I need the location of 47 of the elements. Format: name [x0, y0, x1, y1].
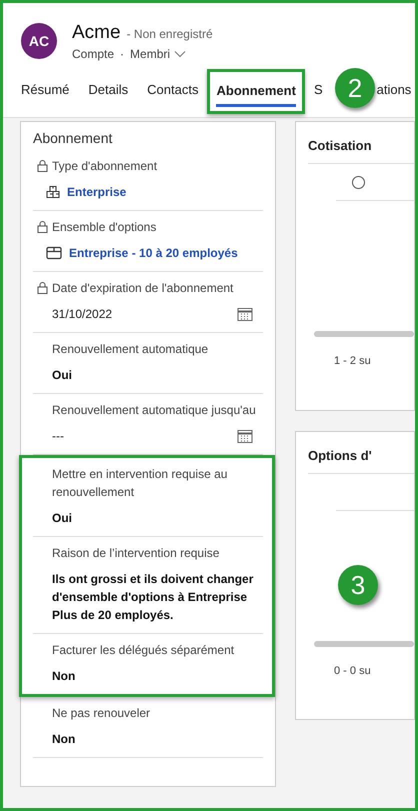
tab[interactable]: S — [314, 76, 323, 106]
field-value: Oui — [52, 367, 72, 384]
separator-dot: · — [120, 46, 124, 60]
field-label: Renouvellement automatique — [52, 341, 208, 358]
radio-button[interactable] — [352, 176, 365, 188]
field-value: Ils ont grossi et ils doivent changer d'ensemble d'options à Entreprise Plus de 20 employés. — [52, 571, 254, 624]
chevron-down-icon — [174, 50, 186, 58]
box-icon — [46, 246, 62, 260]
card-title: Options d' — [308, 447, 373, 465]
tab[interactable]: Résumé — [21, 76, 70, 106]
field-value: Non — [52, 668, 76, 685]
avatar: AC — [21, 23, 57, 59]
tab[interactable]: Details — [88, 76, 128, 106]
tab[interactable]: Contacts — [147, 76, 198, 106]
record-name: Acme — [72, 22, 121, 44]
field-label: Facturer les délégués séparément — [52, 642, 234, 659]
page-info: 1 - 2 su — [333, 354, 372, 367]
field-value: Oui — [52, 510, 72, 527]
field-value: 31/10/2022 — [52, 306, 112, 323]
field-value: Non — [52, 731, 76, 748]
tab[interactable]: ations — [376, 76, 412, 106]
card-title: Cotisation — [308, 137, 373, 155]
field-label: Mettre en intervention requise au renouvellement — [52, 466, 228, 501]
field-label: Ne pas renouveler — [52, 705, 150, 722]
tab[interactable]: Abonnement — [216, 76, 296, 106]
scrollbar[interactable] — [314, 331, 414, 337]
callout-badge: 2 — [335, 68, 375, 108]
calendar-icon — [237, 307, 253, 321]
lock-icon — [37, 281, 48, 294]
lookup-link[interactable]: Enterprise — [67, 183, 126, 201]
blocks-icon — [46, 185, 60, 199]
page-info: 0 - 0 su — [333, 664, 372, 677]
scrollbar[interactable] — [314, 641, 414, 647]
entity-type: Compte — [72, 46, 114, 60]
lock-icon — [37, 220, 48, 233]
field-label: Ensemble d'options — [52, 219, 156, 236]
field-label: Date d'expiration de l'abonnement — [52, 280, 234, 297]
field-label: Renouvellement automatique jusqu'au — [52, 402, 256, 419]
section-title: Abonnement — [33, 130, 114, 146]
record-status: - Non enregistré — [126, 26, 213, 40]
lock-icon — [37, 159, 48, 172]
lookup-link[interactable]: Entreprise - 10 à 20 employés — [69, 244, 238, 262]
field-label: Raison de l’intervention requise — [52, 545, 220, 562]
form-selector[interactable]: Membri — [130, 46, 186, 60]
field-value: --- — [52, 428, 64, 445]
field-label: Type d'abonnement — [52, 158, 158, 175]
calendar-icon — [237, 429, 253, 443]
